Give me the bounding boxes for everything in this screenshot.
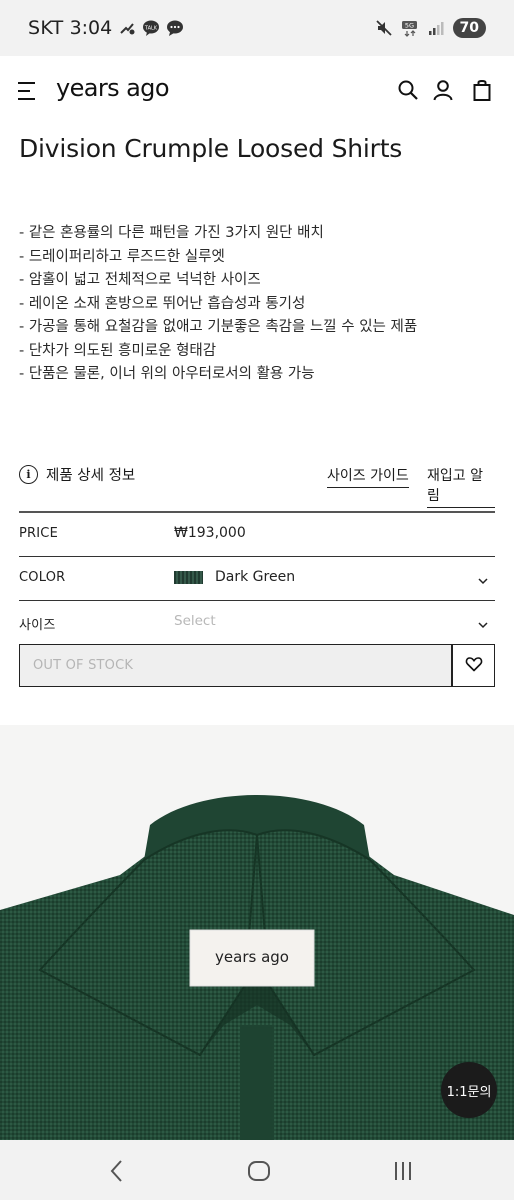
message-icon [166, 19, 184, 37]
site-header: years ago [0, 56, 514, 124]
color-label: COLOR [19, 570, 66, 585]
restock-alert-link[interactable]: 재입고 알림 [427, 465, 495, 508]
heart-icon [465, 655, 483, 677]
mute-icon [375, 19, 393, 37]
chevron-down-icon [477, 572, 489, 585]
menu-icon[interactable] [18, 80, 36, 102]
product-description: - 같은 혼용률의 다른 패턴을 가진 3가지 원단 배치 - 드레이퍼리하고 … [19, 222, 499, 387]
bag-icon[interactable] [470, 78, 494, 102]
account-icon[interactable] [431, 78, 455, 102]
product-detail-label: 제품 상세 정보 [46, 468, 136, 484]
search-icon[interactable] [396, 78, 420, 102]
product-title: Division Crumple Loosed Shirts [19, 134, 403, 163]
battery-indicator: 70 [452, 18, 486, 38]
status-bar: SKT 3:04 TALK 5G 70 [0, 0, 514, 56]
description-line: - 암홀이 넓고 전체적으로 넉넉한 사이즈 [19, 272, 261, 288]
svg-text:TALK: TALK [144, 26, 158, 32]
carrier-name: SKT [28, 17, 64, 39]
network-5g-icon: 5G [401, 19, 419, 37]
price-value: ₩193,000 [174, 525, 246, 541]
size-label: 사이즈 [19, 618, 56, 633]
color-name: Dark Green [215, 569, 296, 585]
product-detail-link[interactable]: i 제품 상세 정보 [19, 464, 135, 485]
price-row: PRICE ₩193,000 [19, 513, 495, 557]
size-placeholder: Select [174, 613, 216, 629]
price-label: PRICE [19, 526, 58, 541]
info-icon: i [19, 465, 38, 484]
talk-icon: TALK [142, 19, 160, 37]
size-guide-link[interactable]: 사이즈 가이드 [327, 465, 409, 488]
description-line: - 드레이퍼리하고 루즈드한 실루엣 [19, 248, 225, 265]
wishlist-button[interactable] [452, 644, 495, 687]
system-nav-bar [0, 1140, 514, 1200]
description-line: - 단품은 물론, 이너 위의 아우터로서의 활용 가능 [19, 366, 315, 382]
chevron-down-icon [477, 616, 489, 629]
product-options: PRICE ₩193,000 COLOR Dark Green 사이즈 Sele… [19, 511, 495, 645]
status-left: SKT 3:04 TALK [28, 17, 184, 39]
network-label: 5G [404, 22, 413, 30]
brand-logo[interactable]: years ago [56, 74, 170, 102]
out-of-stock-button[interactable]: OUT OF STOCK [19, 644, 452, 687]
description-line: - 같은 혼용률의 다른 패턴을 가진 3가지 원단 배치 [19, 225, 324, 241]
info-links-row: i 제품 상세 정보 사이즈 가이드 재입고 알림 [19, 464, 495, 508]
status-right: 5G 70 [375, 18, 486, 38]
out-of-stock-label: OUT OF STOCK [33, 658, 134, 673]
back-icon[interactable] [102, 1156, 132, 1186]
color-value: Dark Green [174, 569, 295, 585]
home-icon[interactable] [244, 1156, 274, 1186]
description-line: - 가공을 통해 요철감을 없애고 기분좋은 촉감을 느낄 수 있는 제품 [19, 319, 418, 335]
description-line: - 레이온 소재 혼방으로 뛰어난 흡습성과 통기성 [19, 295, 306, 312]
description-line: - 단차가 의도된 흥미로운 형태감 [19, 342, 217, 359]
neck-label-text: years ago [215, 948, 289, 966]
product-image[interactable]: years ago [0, 725, 514, 1140]
missed-call-icon [118, 19, 136, 37]
color-swatch [174, 570, 203, 584]
clock: 3:04 [69, 17, 113, 39]
chat-inquiry-button[interactable]: 1:1문의 [441, 1062, 497, 1118]
color-select[interactable]: COLOR Dark Green [19, 557, 495, 601]
signal-icon [427, 19, 445, 37]
recents-icon[interactable] [388, 1156, 418, 1186]
size-select[interactable]: 사이즈 Select [19, 601, 495, 645]
